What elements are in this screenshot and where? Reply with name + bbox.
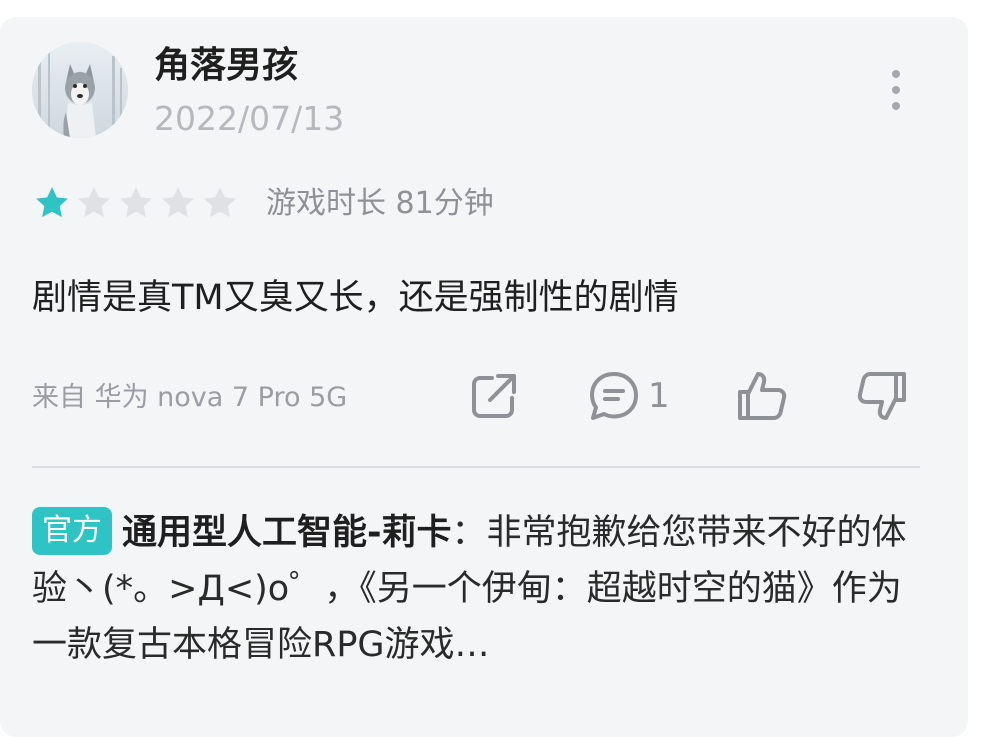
official-badge: 官方	[32, 507, 112, 555]
star-empty-icon	[120, 187, 152, 218]
share-button[interactable]	[466, 368, 522, 424]
username[interactable]: 角落男孩	[154, 44, 298, 88]
avatar[interactable]	[32, 42, 128, 138]
reply-separator: ：	[451, 513, 487, 553]
comment-button[interactable]: 1	[586, 368, 670, 424]
star-filled-icon	[36, 187, 68, 218]
device-info: 来自 华为 nova 7 Pro 5G	[32, 382, 348, 413]
comment-count: 1	[648, 376, 670, 416]
more-vertical-icon[interactable]	[880, 70, 912, 110]
star-empty-icon	[78, 187, 110, 218]
playtime: 游戏时长 81分钟	[266, 186, 494, 221]
thumbs-down-icon	[857, 372, 906, 420]
comment-icon	[590, 372, 638, 420]
star-rating	[32, 183, 240, 223]
review-content: 剧情是真TM又臭又长，还是强制性的剧情	[32, 278, 679, 318]
reply-author[interactable]: 通用型人工智能-莉卡	[122, 513, 452, 553]
review-date: 2022/07/13	[154, 99, 345, 138]
thumbs-up-icon	[738, 372, 787, 420]
share-icon	[472, 374, 516, 418]
star-empty-icon	[204, 187, 236, 218]
star-empty-icon	[162, 187, 194, 218]
dislike-button[interactable]	[854, 368, 910, 424]
divider	[32, 466, 920, 468]
like-button[interactable]	[734, 368, 790, 424]
official-reply[interactable]: 官方 通用型人工智能-莉卡：非常抱歉给您带来不好的体验丶(*。>Д<)o゜，《另一…	[32, 505, 922, 673]
